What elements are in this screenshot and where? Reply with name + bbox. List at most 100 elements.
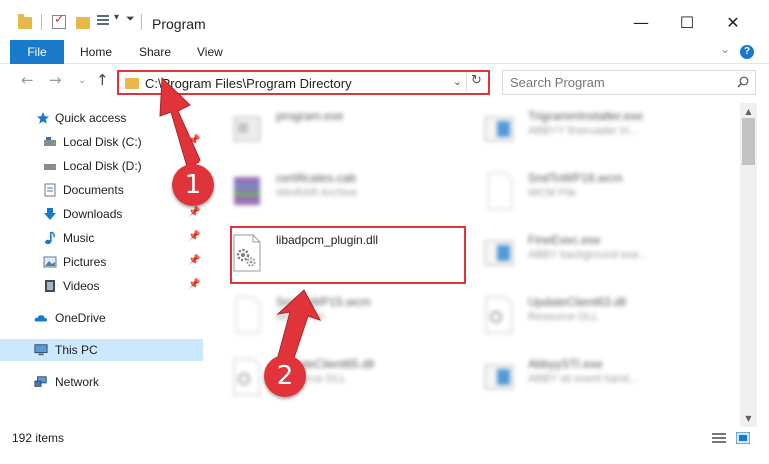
file-description: WinRAR Archive	[276, 187, 358, 199]
large-icons-view-icon[interactable]	[736, 432, 750, 444]
file-description: Resource DLL	[528, 311, 599, 323]
close-button[interactable]: ✕	[710, 8, 756, 38]
address-bar[interactable]: C:\Program Files\Program Directory ⌄ ↻	[117, 70, 490, 95]
nav-label: Local Disk (D:)	[63, 159, 142, 173]
generic-file-icon	[235, 296, 261, 334]
chevron-down-icon[interactable]: ⌄	[453, 75, 462, 88]
nav-this-pc[interactable]: This PC	[0, 339, 203, 361]
nav-local-disk-d[interactable]: Local Disk (D:) 📌	[0, 155, 203, 177]
window-title: Program	[152, 16, 206, 32]
forward-arrow-icon[interactable]: →	[49, 71, 62, 89]
details-view-icon[interactable]	[712, 432, 726, 444]
folder-icon	[125, 78, 139, 89]
nav-pictures[interactable]: Pictures 📌	[0, 251, 203, 273]
file-item-abbyysti-exe[interactable]: AbbyySTI.exe ABBY sti event hand...	[466, 351, 716, 409]
folder-icon	[18, 14, 32, 29]
tab-home[interactable]: Home	[80, 40, 112, 64]
chevron-down-icon[interactable]: ▾	[114, 12, 119, 30]
nav-quick-access[interactable]: Quick access	[0, 107, 203, 129]
nav-music[interactable]: Music 📌	[0, 227, 203, 249]
scroll-down-icon[interactable]: ▼	[740, 410, 757, 427]
search-box[interactable]	[502, 70, 756, 95]
nav-label: Network	[55, 375, 100, 389]
file-item-sndtowp16-wcm[interactable]: SndToWP16.wcm WCM File	[466, 165, 716, 223]
nav-videos[interactable]: Videos 📌	[0, 275, 203, 297]
nav-label: Documents	[63, 183, 124, 197]
tab-file[interactable]: File	[10, 40, 64, 64]
nav-onedrive[interactable]: OneDrive	[0, 307, 203, 329]
file-item-program-exe[interactable]: program.exe	[214, 103, 464, 161]
nav-local-disk-c[interactable]: Local Disk (C:) 📌	[0, 131, 203, 153]
expand-ribbon-icon[interactable]: ⌄	[720, 42, 730, 56]
file-item-trigramminstaller-exe[interactable]: TrigrammInstaller.exe ABBYY fineruader t…	[466, 103, 716, 161]
star-icon	[37, 112, 49, 124]
dll-gear-icon	[485, 296, 513, 334]
file-item-fineexec-exe[interactable]: FineExec.exe ABBY background exe...	[466, 227, 716, 285]
nav-label: This PC	[55, 343, 98, 357]
new-folder-icon[interactable]	[76, 17, 90, 29]
file-item-certificates-cab[interactable]: certificates.cab WinRAR Archive	[214, 165, 464, 223]
computer-icon	[34, 344, 48, 356]
file-description: WCM File	[276, 311, 325, 323]
file-description: ABBY background exe...	[528, 249, 648, 261]
pin-icon[interactable]: 📌	[188, 279, 200, 290]
pin-icon[interactable]: 📌	[188, 231, 200, 242]
properties-check-icon[interactable]	[52, 12, 66, 29]
film-icon	[45, 280, 55, 292]
help-icon[interactable]: ?	[740, 45, 754, 59]
file-description: ABBY sti event hand...	[528, 373, 638, 385]
search-input[interactable]	[510, 75, 730, 90]
file-item-updateclient65-dll[interactable]: UpdateClient65.dll Resource DLL	[214, 351, 464, 409]
step-marker-2: 2	[264, 355, 306, 397]
customize-toolbar-icon[interactable]: ⏷	[126, 12, 135, 30]
file-name: UpdateClient63.dll	[528, 295, 627, 309]
up-arrow-icon[interactable]: ↑	[96, 71, 109, 89]
file-name: AbbyySTI.exe	[528, 357, 603, 371]
ribbon-tabs: File Home Share View ⌄ ?	[0, 40, 769, 64]
pin-icon[interactable]: 📌	[188, 255, 200, 266]
file-name: SndToWP16.wcm	[528, 171, 623, 185]
file-name: SndToWP15.wcm	[276, 295, 371, 309]
nav-downloads[interactable]: Downloads 📌	[0, 203, 203, 225]
item-count: 192 items	[12, 431, 65, 445]
file-item-sndtowp15-wcm[interactable]: SndToWP15.wcm WCM File	[214, 289, 464, 347]
network-icon	[34, 376, 47, 387]
download-arrow-icon	[44, 208, 56, 220]
nav-label: Downloads	[63, 207, 123, 221]
executable-icon	[233, 116, 261, 142]
pin-icon[interactable]: 📌	[188, 207, 200, 218]
pictures-icon	[43, 256, 57, 268]
minimize-button[interactable]: —	[618, 8, 664, 38]
scroll-thumb[interactable]	[742, 118, 755, 165]
title-bar: ▾ ⏷ Program — ☐ ✕	[0, 0, 769, 40]
nav-label: Local Disk (C:)	[63, 135, 142, 149]
file-name: certificates.cab	[276, 171, 357, 185]
executable-icon	[484, 116, 514, 142]
refresh-icon[interactable]: ↻	[466, 73, 486, 92]
file-highlight-box	[230, 226, 466, 284]
drive-icon	[44, 137, 56, 146]
nav-network[interactable]: Network	[0, 371, 203, 393]
status-bar: 192 items	[0, 427, 769, 464]
music-note-icon	[45, 231, 55, 245]
dll-gear-icon	[233, 358, 261, 396]
maximize-button[interactable]: ☐	[664, 8, 710, 38]
file-item-updateclient63-dll[interactable]: UpdateClient63.dll Resource DLL	[466, 289, 716, 347]
vertical-scrollbar[interactable]: ▲ ▼	[740, 103, 757, 427]
properties-list-icon[interactable]	[97, 15, 111, 29]
address-path[interactable]: C:\Program Files\Program Directory	[145, 76, 352, 91]
pin-icon[interactable]: 📌	[188, 135, 200, 146]
navigation-pane: Quick access Local Disk (C:) 📌 Local Dis…	[0, 103, 205, 425]
tab-share[interactable]: Share	[139, 40, 171, 64]
step-marker-1: 1	[172, 164, 214, 206]
back-arrow-icon[interactable]: ←	[21, 71, 34, 89]
recent-locations-icon[interactable]: ⌄	[78, 75, 86, 86]
search-icon[interactable]	[737, 76, 749, 88]
file-description: ABBYY fineruader tri...	[528, 125, 639, 137]
file-name: FineExec.exe	[528, 233, 601, 247]
tab-view[interactable]: View	[197, 40, 223, 64]
nav-label: Quick access	[55, 111, 127, 125]
cloud-icon	[34, 315, 48, 322]
archive-icon	[234, 177, 260, 205]
documents-icon	[44, 183, 56, 197]
